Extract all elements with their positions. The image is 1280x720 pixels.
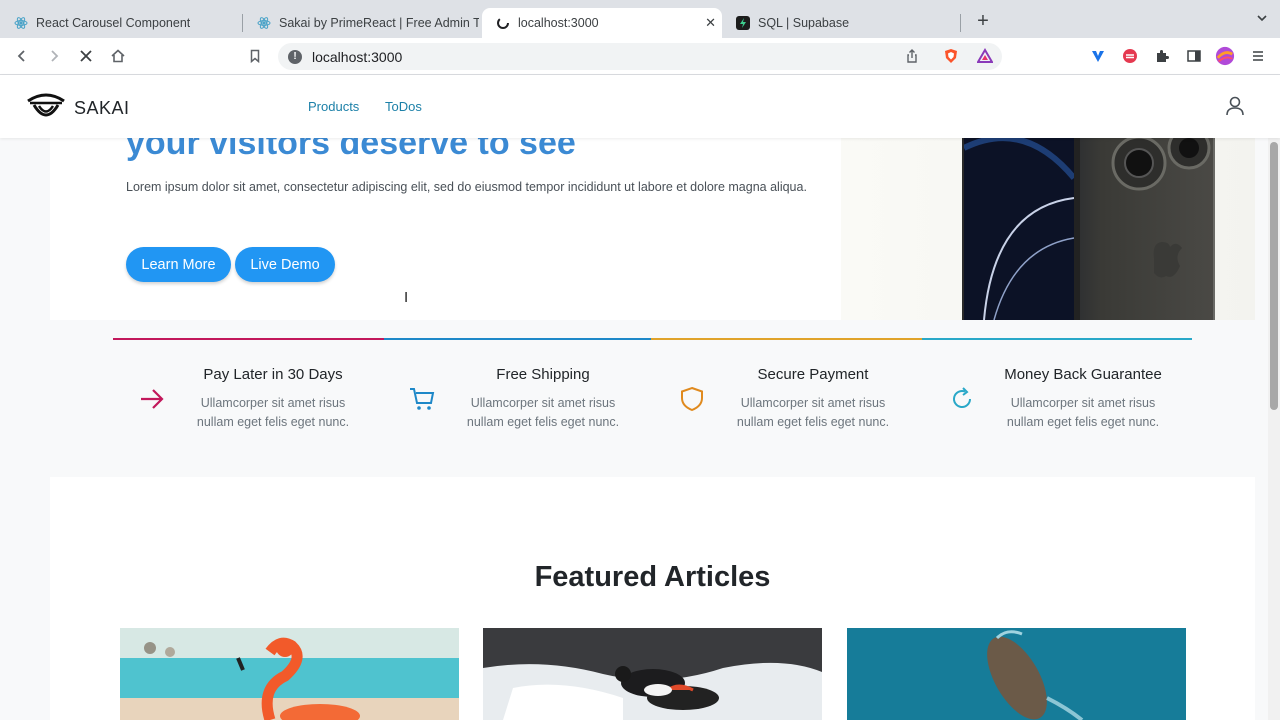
react-icon [14, 16, 28, 30]
phone-image [962, 138, 1215, 320]
sidebar-icon[interactable] [1184, 46, 1204, 66]
menu-icon[interactable] [1248, 46, 1268, 66]
hero-image [841, 138, 1255, 320]
browser-toolbar: ! localhost:3000 [0, 38, 1280, 75]
divider-blue [384, 338, 651, 340]
bookmark-icon[interactable] [245, 46, 265, 66]
home-icon[interactable] [108, 46, 128, 66]
tab-separator [960, 14, 961, 32]
feature-money-back: Money Back Guarantee Ullamcorper sit ame… [923, 360, 1193, 440]
app-header: SAKAI Products ToDos [0, 75, 1280, 138]
vpn-extension-icon[interactable] [1088, 46, 1108, 66]
forward-icon[interactable] [44, 46, 64, 66]
share-icon[interactable] [902, 46, 922, 66]
feature-free-shipping: Free Shipping Ullamcorper sit amet risus… [383, 360, 653, 440]
feature-description: Ullamcorper sit amet risus nullam eget f… [736, 396, 890, 429]
new-tab-button[interactable]: + [972, 10, 994, 32]
browser-tab[interactable]: Sakai by PrimeReact | Free Admin Te [243, 8, 481, 38]
feature-title: Free Shipping [496, 366, 590, 383]
loading-icon [496, 16, 510, 30]
address-bar[interactable]: ! localhost:3000 [278, 43, 1002, 70]
section-title: Featured Articles [534, 561, 771, 593]
featured-articles-section: Featured Articles [50, 477, 1255, 720]
article-card-image[interactable] [483, 628, 822, 720]
hero-description: Lorem ipsum dolor sit amet, consectetur … [126, 180, 807, 194]
scrollbar-thumb[interactable] [1270, 142, 1278, 410]
profile-avatar-icon[interactable] [1215, 46, 1235, 66]
tab-search-chevron-icon[interactable] [1256, 12, 1268, 27]
browser-tab-bar: React Carousel Component Sakai by PrimeR… [0, 0, 1280, 38]
close-tab-icon[interactable]: ✕ [705, 15, 716, 31]
sakai-logo-icon [26, 89, 66, 128]
extension-icon[interactable] [1120, 46, 1140, 66]
hero-section: your visitors deserve to see Lorem ipsum… [50, 138, 1255, 320]
hero-title: your visitors deserve to see [126, 138, 576, 162]
tab-title: Sakai by PrimeReact | Free Admin Te [279, 16, 479, 30]
article-card-image[interactable] [847, 628, 1186, 720]
brave-shield-icon[interactable] [941, 46, 961, 66]
divider-cyan [922, 338, 1192, 340]
logo[interactable]: SAKAI [26, 89, 130, 128]
nav-link-products[interactable]: Products [308, 99, 359, 114]
article-card-image[interactable] [120, 628, 459, 720]
react-icon [257, 16, 271, 30]
site-info-icon[interactable]: ! [288, 49, 302, 64]
stop-loading-icon[interactable] [76, 46, 96, 66]
refresh-icon [949, 386, 975, 412]
text-cursor-icon: I [404, 289, 409, 306]
tab-title: React Carousel Component [36, 16, 191, 30]
live-demo-button[interactable]: Live Demo [235, 247, 335, 282]
tab-title: localhost:3000 [518, 16, 599, 30]
user-icon[interactable] [1224, 95, 1246, 117]
nav-link-todos[interactable]: ToDos [385, 99, 422, 114]
browser-tab-active[interactable]: localhost:3000 ✕ [482, 8, 722, 38]
feature-pay-later: Pay Later in 30 Days Ullamcorper sit ame… [113, 360, 383, 440]
browser-tab[interactable]: SQL | Supabase [722, 8, 960, 38]
divider-pink [113, 338, 384, 340]
feature-secure-payment: Secure Payment Ullamcorper sit amet risu… [653, 360, 923, 440]
shield-icon [679, 386, 705, 412]
logo-text: SAKAI [74, 98, 130, 118]
feature-title: Pay Later in 30 Days [203, 366, 343, 383]
tab-title: SQL | Supabase [758, 16, 850, 30]
supabase-icon [736, 16, 750, 30]
url-text: localhost:3000 [312, 48, 403, 65]
page-scrollbar[interactable] [1268, 138, 1280, 720]
feature-description: Ullamcorper sit amet risus nullam eget f… [1006, 396, 1160, 429]
feature-title: Money Back Guarantee [1004, 366, 1162, 383]
feature-title: Secure Payment [757, 366, 869, 383]
feature-description: Ullamcorper sit amet risus nullam eget f… [466, 396, 620, 429]
brave-rewards-icon[interactable] [975, 46, 995, 66]
arrow-right-icon [139, 386, 165, 412]
shopping-cart-icon [409, 386, 435, 412]
puzzle-extensions-icon[interactable] [1152, 46, 1172, 66]
learn-more-button[interactable]: Learn More [126, 247, 231, 282]
divider-orange [651, 338, 922, 340]
browser-tab[interactable]: React Carousel Component [0, 8, 242, 38]
back-icon[interactable] [12, 46, 32, 66]
feature-description: Ullamcorper sit amet risus nullam eget f… [196, 396, 350, 429]
